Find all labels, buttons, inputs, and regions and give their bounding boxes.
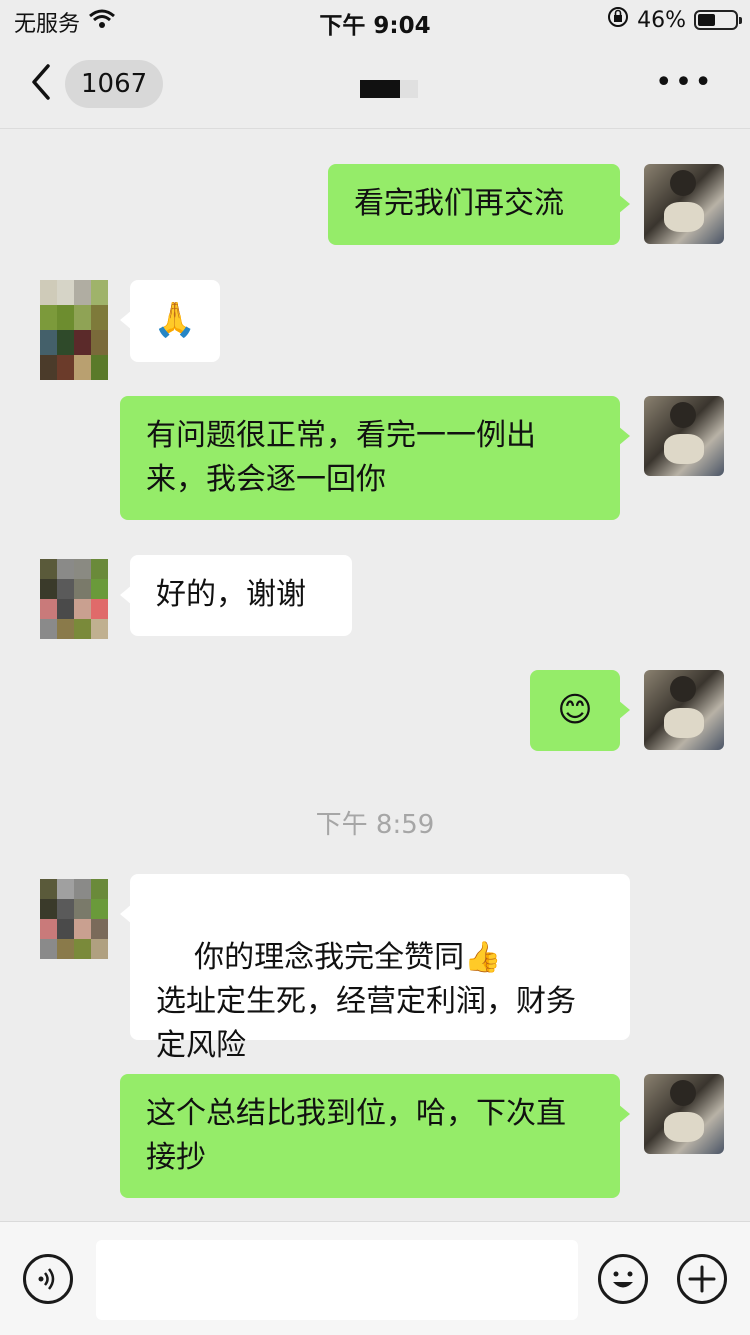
voice-icon: [38, 1268, 55, 1290]
battery-level: [698, 14, 715, 26]
more-actions-button[interactable]: [677, 1254, 727, 1304]
message-bubble-incoming[interactable]: 🙏: [120, 280, 220, 362]
emoji-button[interactable]: [598, 1254, 648, 1304]
message-bubble-outgoing[interactable]: 有问题很正常，看完一一例出来，我会逐一回你: [120, 396, 630, 520]
message-text: 好的，谢谢: [156, 577, 306, 612]
orientation-lock-icon: [607, 6, 629, 34]
status-bar: 无服务 下午 9:04 46%: [0, 0, 750, 40]
unread-count-badge[interactable]: 1067: [65, 60, 164, 108]
message-text: 这个总结比我到位，哈，下次直接抄: [146, 1096, 566, 1175]
self-avatar[interactable]: [644, 1074, 724, 1154]
smile-emoji: 😊: [557, 690, 593, 730]
self-avatar[interactable]: [644, 670, 724, 750]
chat-header: 1067 •••: [0, 40, 750, 129]
contact-avatar-pixelated[interactable]: [40, 879, 108, 959]
message-text: 看完我们再交流: [354, 186, 564, 221]
back-button[interactable]: [28, 62, 68, 106]
self-avatar[interactable]: [644, 396, 724, 476]
message-bubble-incoming[interactable]: 好的，谢谢: [120, 555, 352, 636]
message-bubble-outgoing[interactable]: 这个总结比我到位，哈，下次直接抄: [120, 1074, 630, 1198]
pray-emoji: 🙏: [153, 300, 197, 340]
battery-icon: [694, 10, 742, 30]
message-timestamp: 下午 8:59: [315, 810, 435, 840]
input-bar: [0, 1221, 750, 1335]
contact-avatar-pixelated[interactable]: [40, 559, 108, 639]
contact-avatar-pixelated[interactable]: [40, 280, 108, 380]
message-list: 看完我们再交流 🙏 有问题很正常，看完一一例出来，我会逐一回你 好的，谢谢 😊 …: [0, 129, 750, 1221]
message-bubble-incoming[interactable]: 你的理念我完全赞同👍 选址定生死，经营定利润，财务定风险: [120, 874, 630, 1063]
message-bubble-outgoing[interactable]: 😊: [530, 670, 630, 751]
message-input[interactable]: [96, 1240, 578, 1320]
message-bubble-outgoing[interactable]: 看完我们再交流: [328, 164, 630, 245]
chevron-left-icon: [32, 64, 50, 100]
plus-icon: [688, 1265, 716, 1293]
battery-percentage: 46%: [637, 7, 686, 33]
self-avatar[interactable]: [644, 164, 724, 244]
chat-title-redacted: [360, 80, 418, 98]
smiley-icon: [613, 1271, 633, 1288]
more-options-button[interactable]: •••: [655, 68, 714, 98]
message-text: 你的理念我完全赞同👍 选址定生死，经营定利润，财务定风险: [156, 940, 576, 1063]
voice-input-button[interactable]: [23, 1254, 73, 1304]
message-text: 有问题很正常，看完一一例出来，我会逐一回你: [146, 418, 536, 497]
